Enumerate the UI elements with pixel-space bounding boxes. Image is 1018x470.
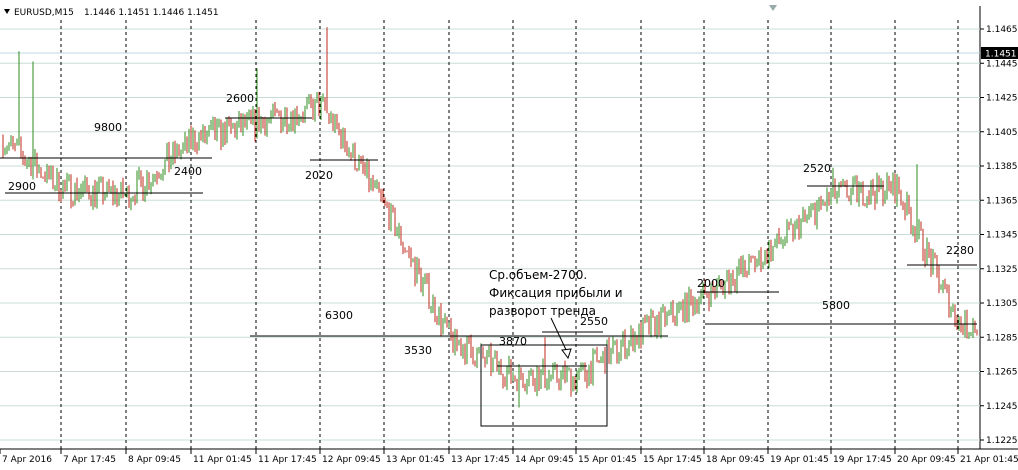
price-label: 1.1445 xyxy=(986,59,1018,69)
time-axis[interactable]: 7 Apr 2016 7 Apr 17:45 8 Apr 09:45 11 Apr 0… xyxy=(0,449,1018,465)
annotation-2020: 2020 xyxy=(305,169,333,182)
price-label: 1.1305 xyxy=(986,299,1018,309)
time-label: 14 Apr 09:45 xyxy=(515,455,574,465)
price-label: 1.1465 xyxy=(986,25,1018,35)
price-label: 1.1405 xyxy=(986,128,1018,138)
annotation-2280: 2280 xyxy=(946,244,974,257)
time-label: 15 Apr 17:45 xyxy=(643,455,702,465)
price-label: 1.1365 xyxy=(986,196,1018,206)
note-line-3: разворот тренда xyxy=(489,304,596,318)
symbol-menu-icon[interactable] xyxy=(4,9,10,14)
price-label: 1.1345 xyxy=(986,231,1018,241)
time-label: 7 Apr 17:45 xyxy=(63,455,116,465)
note-line-1: Ср.объем-2700. xyxy=(489,268,587,282)
annotation-3530: 3530 xyxy=(404,344,432,357)
time-label: 13 Apr 01:45 xyxy=(386,455,445,465)
chart-window[interactable]: 9800 2900 2400 2600 2020 6300 3530 3870 … xyxy=(0,0,1018,470)
annotation-2520: 2520 xyxy=(803,162,831,175)
time-label: 12 Apr 09:45 xyxy=(322,455,381,465)
arrow-pointer-icon xyxy=(550,317,572,360)
annotation-5800: 5800 xyxy=(822,299,850,312)
time-label: 19 Apr 01:45 xyxy=(770,455,829,465)
price-label: 1.1225 xyxy=(986,436,1018,446)
price-label: 1.1325 xyxy=(986,265,1018,275)
level-lines xyxy=(0,117,977,367)
time-label: 18 Apr 09:45 xyxy=(706,455,765,465)
note-line-2: Фиксация прибыли и xyxy=(489,286,623,300)
time-label: 20 Apr 09:45 xyxy=(897,455,956,465)
annotation-2400: 2400 xyxy=(174,165,202,178)
time-label: 19 Apr 17:45 xyxy=(833,455,892,465)
price-label: 1.1385 xyxy=(986,162,1018,172)
symbol-label: EURUSD,M15 xyxy=(14,8,74,18)
price-axis[interactable]: 1.1465 1.1445 1.1425 1.1405 1.1385 1.1365 1.13… xyxy=(980,25,1018,446)
annotation-2000: 2000 xyxy=(697,277,725,290)
chart-shift-icon[interactable] xyxy=(769,5,777,11)
annotation-9800: 9800 xyxy=(94,121,122,134)
price-chart[interactable]: 9800 2900 2400 2600 2020 6300 3530 3870 … xyxy=(0,0,1018,470)
horizontal-grid xyxy=(0,28,980,441)
time-label: 8 Apr 09:45 xyxy=(128,455,181,465)
price-label: 1.1425 xyxy=(986,94,1018,104)
annotation-3870: 3870 xyxy=(499,335,527,348)
price-label: 1.1245 xyxy=(986,402,1018,412)
price-label: 1.1285 xyxy=(986,333,1018,343)
annotation-2600: 2600 xyxy=(226,92,254,105)
annotation-2900: 2900 xyxy=(8,180,36,193)
time-label: 11 Apr 01:45 xyxy=(193,455,252,465)
annotation-6300: 6300 xyxy=(325,309,353,322)
ohlc-values: 1.1446 1.1451 1.1446 1.1451 xyxy=(84,8,219,18)
price-label: 1.1265 xyxy=(986,368,1018,378)
time-label: 11 Apr 17:45 xyxy=(258,455,317,465)
time-label: 15 Apr 01:45 xyxy=(578,455,637,465)
time-label: 7 Apr 2016 xyxy=(2,455,52,465)
current-price-value: 1.1451 xyxy=(985,50,1017,60)
time-label: 21 Apr 01:45 xyxy=(960,455,1018,465)
time-label: 13 Apr 17:45 xyxy=(451,455,510,465)
consolidation-box[interactable] xyxy=(480,344,608,427)
